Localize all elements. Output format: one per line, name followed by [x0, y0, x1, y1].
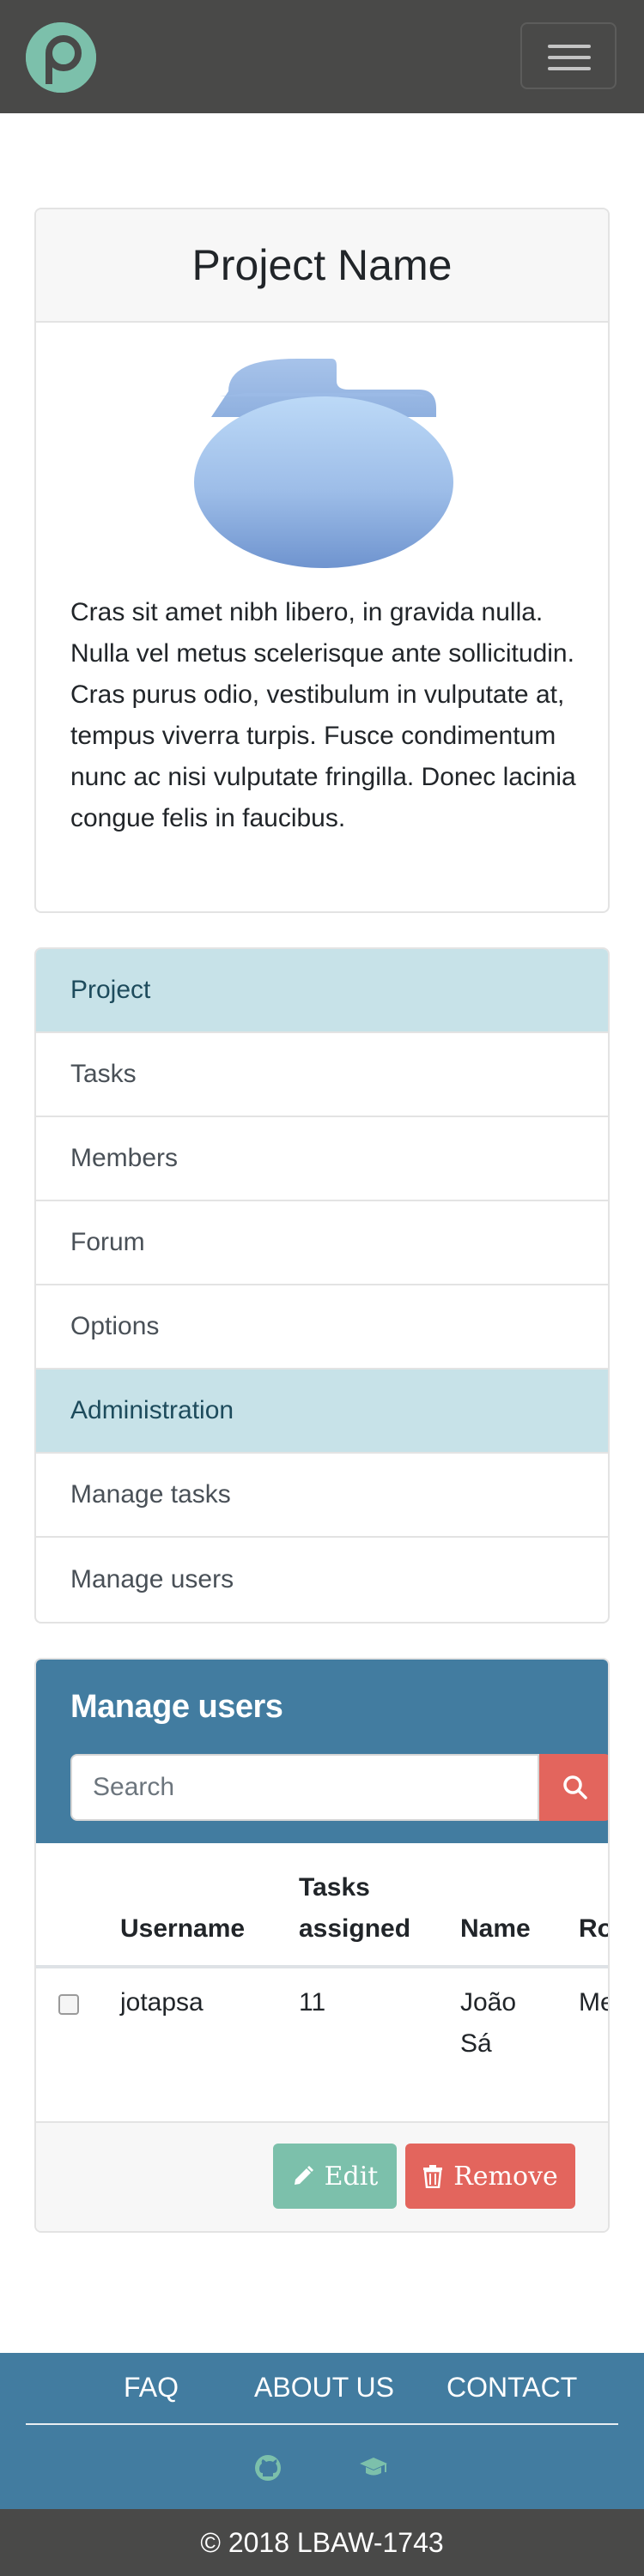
copyright: © 2018 LBAW-1743	[0, 2509, 644, 2576]
graduation-cap-icon[interactable]	[359, 2456, 388, 2482]
edit-button[interactable]: Edit	[273, 2144, 397, 2209]
footer-divider	[26, 2423, 618, 2425]
cell-tasks-assigned: 11	[299, 1988, 326, 2017]
footer-links: FAQ ABOUT US CONTACT	[0, 2353, 644, 2423]
footer-link-contact[interactable]: CONTACT	[447, 2372, 577, 2404]
nav-item-project[interactable]: Project	[36, 949, 608, 1033]
cell-username: jotapsa	[120, 1988, 204, 2017]
column-tasks-assigned[interactable]: Tasks assigned	[299, 1867, 428, 1950]
row-checkbox[interactable]	[58, 1994, 79, 2015]
project-description: Cras sit amet nibh libero, in gravida nu…	[70, 598, 576, 832]
remove-label: Remove	[453, 2161, 558, 2192]
cell-role: Me	[579, 1988, 608, 2017]
hamburger-icon	[548, 45, 591, 48]
manage-users-footer: Edit Remove	[36, 2121, 608, 2231]
trash-icon	[423, 2165, 443, 2188]
manage-users-header: Manage users Search	[36, 1660, 608, 1843]
project-card: Project Name Cras sit amet nibh libero, …	[34, 208, 610, 913]
search-placeholder: Search	[93, 1773, 175, 1801]
column-name[interactable]: Name	[460, 1908, 531, 1950]
search-button[interactable]	[539, 1754, 608, 1821]
footer-link-faq[interactable]: FAQ	[124, 2372, 179, 2404]
search-input[interactable]: Search	[70, 1754, 539, 1821]
project-title: Project Name	[191, 241, 453, 289]
table-row: jotapsa 11 João Sá Me	[36, 1968, 608, 2121]
p-logo-icon[interactable]	[26, 22, 96, 93]
pencil-icon	[294, 2166, 313, 2185]
site-footer: FAQ ABOUT US CONTACT	[0, 2353, 644, 2509]
folder-icon	[194, 357, 453, 568]
nav-item-options[interactable]: Options	[36, 1285, 608, 1370]
manage-users-title: Manage users	[70, 1689, 283, 1725]
project-nav-list: Project Tasks Members Forum Options Admi…	[34, 947, 610, 1624]
search-icon	[563, 1775, 587, 1799]
nav-item-forum[interactable]: Forum	[36, 1201, 608, 1285]
menu-toggle-button[interactable]	[520, 22, 617, 89]
cell-name: João Sá	[460, 1988, 517, 2058]
footer-link-about-us[interactable]: ABOUT US	[254, 2372, 394, 2404]
nav-item-manage-tasks[interactable]: Manage tasks	[36, 1454, 608, 1538]
github-icon[interactable]	[254, 2454, 282, 2486]
manage-users-card: Manage users Search Username Tasks assig…	[34, 1658, 610, 2233]
users-table-header: Username Tasks assigned Name Ro	[36, 1843, 608, 1968]
nav-item-administration[interactable]: Administration	[36, 1370, 608, 1454]
nav-item-tasks[interactable]: Tasks	[36, 1033, 608, 1117]
nav-item-manage-users[interactable]: Manage users	[36, 1538, 608, 1622]
project-card-header: Project Name	[36, 209, 608, 323]
navbar	[0, 0, 644, 113]
edit-label: Edit	[324, 2161, 379, 2192]
column-username[interactable]: Username	[120, 1908, 245, 1950]
column-role[interactable]: Ro	[579, 1908, 608, 1950]
nav-item-members[interactable]: Members	[36, 1117, 608, 1201]
remove-button[interactable]: Remove	[405, 2144, 575, 2209]
